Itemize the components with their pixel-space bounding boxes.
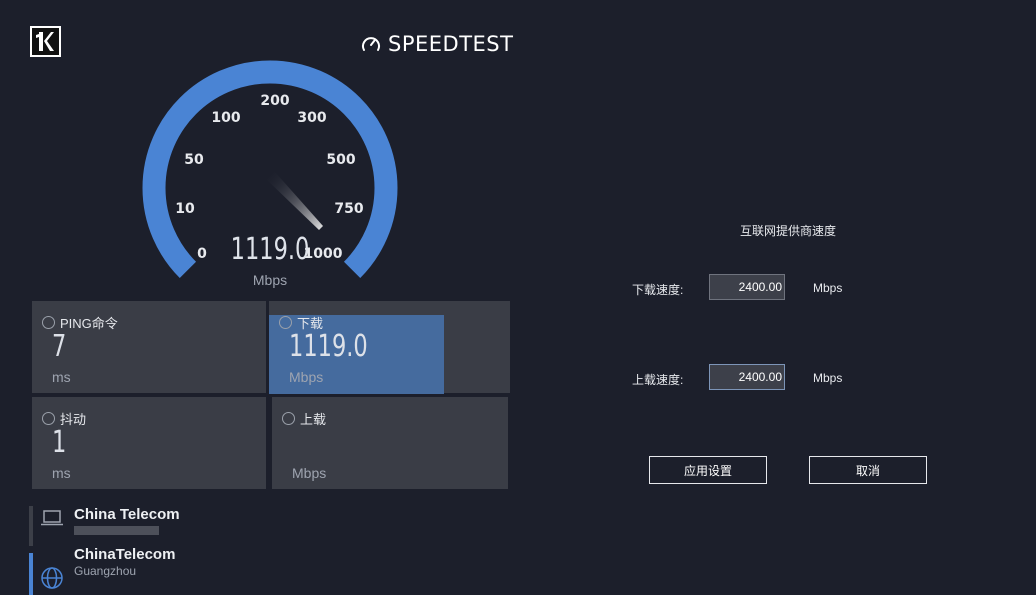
gauge-speed-unit: Mbps [252, 272, 288, 288]
upload-arrow-icon [282, 412, 295, 425]
ping-tile: PING命令 7 ms [32, 301, 266, 393]
upload-tile: 上载 Mbps [272, 397, 508, 489]
gauge-tick-10: 10 [175, 201, 195, 217]
server-indicator-bar [29, 553, 33, 595]
gauge-tick-0: 0 [197, 246, 207, 262]
laptop-icon [41, 510, 63, 526]
gauge-speed-value: 1119.0 [230, 232, 310, 267]
jitter-unit: ms [52, 465, 71, 481]
download-speed-label: 下载速度: [632, 283, 684, 297]
download-speed-unit: Mbps [813, 281, 843, 295]
globe-icon[interactable] [40, 566, 64, 590]
upload-speed-input[interactable] [709, 364, 785, 390]
download-speed-input[interactable] [709, 274, 785, 300]
gauge-tick-500: 500 [326, 152, 355, 168]
ping-value: 7 [52, 329, 67, 364]
download-tile: 下载 1119.0 Mbps [269, 301, 510, 394]
jitter-icon [42, 412, 55, 425]
gauge-tick-300: 300 [297, 110, 326, 126]
app-logo [30, 26, 61, 57]
isp-indicator-bar [29, 506, 33, 546]
gauge-tick-50: 50 [184, 152, 204, 168]
ping-label: PING命令 [60, 316, 118, 331]
gauge-tick-200: 200 [260, 93, 289, 109]
gauge-tick-750: 750 [334, 201, 363, 217]
ping-icon [42, 316, 55, 329]
upload-speed-label: 上载速度: [632, 373, 684, 387]
upload-speed-unit: Mbps [813, 371, 843, 385]
isp-ip-redacted [74, 526, 159, 535]
download-unit: Mbps [289, 369, 324, 385]
isp-name: China Telecom [74, 506, 180, 523]
download-arrow-icon [279, 316, 292, 329]
apply-settings-button[interactable]: 应用设置 [649, 456, 767, 484]
jitter-value: 1 [52, 425, 67, 460]
jitter-tile: 抖动 1 ms [32, 397, 266, 489]
isp-speed-title: 互联网提供商速度 [739, 224, 836, 238]
server-name[interactable]: ChinaTelecom [74, 546, 175, 563]
gauge-tick-100: 100 [211, 110, 240, 126]
server-location: Guangzhou [74, 564, 137, 578]
upload-unit: Mbps [292, 465, 327, 481]
download-value: 1119.0 [289, 329, 368, 364]
ping-unit: ms [52, 369, 71, 385]
upload-label: 上载 [300, 412, 327, 427]
cancel-button[interactable]: 取消 [809, 456, 927, 484]
gauge-needle [267, 172, 323, 230]
